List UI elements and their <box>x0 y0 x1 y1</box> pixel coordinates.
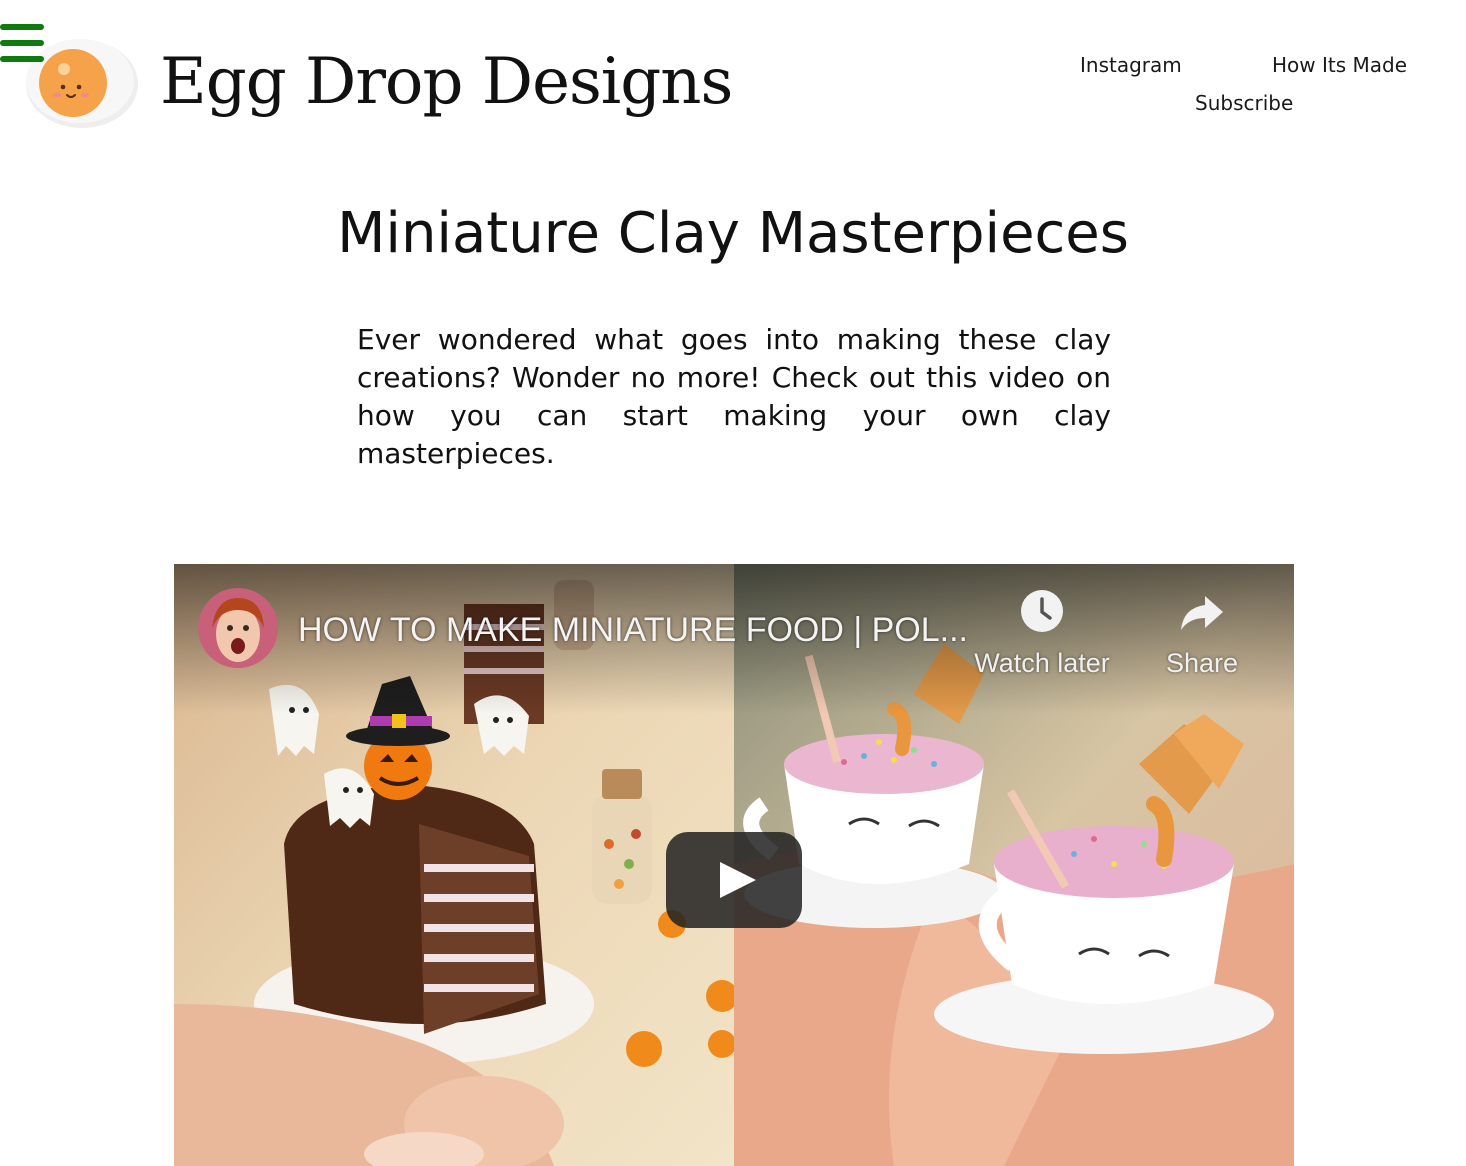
video-title[interactable]: HOW TO MAKE MINIATURE FOOD | POL... <box>298 608 968 652</box>
menu-bar <box>0 24 44 30</box>
nav-subscribe[interactable]: Subscribe <box>1195 90 1293 116</box>
share-label: Share <box>1165 648 1239 678</box>
nav-instagram[interactable]: Instagram <box>1080 52 1182 78</box>
menu-bar <box>0 40 44 46</box>
share-arrow-icon <box>1181 596 1223 630</box>
share-button[interactable]: Share <box>1127 588 1277 680</box>
hamburger-menu-icon[interactable] <box>0 24 44 64</box>
video-embed[interactable]: HOW TO MAKE MINIATURE FOOD | POL... Watc… <box>174 564 1294 1166</box>
watch-later-button[interactable]: Watch later <box>967 588 1117 680</box>
avatar-image <box>198 588 278 668</box>
intro-paragraph: Ever wondered what goes into making thes… <box>357 323 1111 470</box>
menu-bar <box>0 56 44 62</box>
nav-how-its-made[interactable]: How Its Made <box>1272 52 1407 78</box>
site-brand[interactable]: Egg Drop Designs <box>160 40 733 124</box>
channel-avatar[interactable] <box>198 588 278 668</box>
page-title: Miniature Clay Masterpieces <box>337 201 1129 266</box>
watch-later-label: Watch later <box>974 648 1110 678</box>
clock-icon <box>1021 590 1063 632</box>
play-icon[interactable] <box>666 832 802 928</box>
